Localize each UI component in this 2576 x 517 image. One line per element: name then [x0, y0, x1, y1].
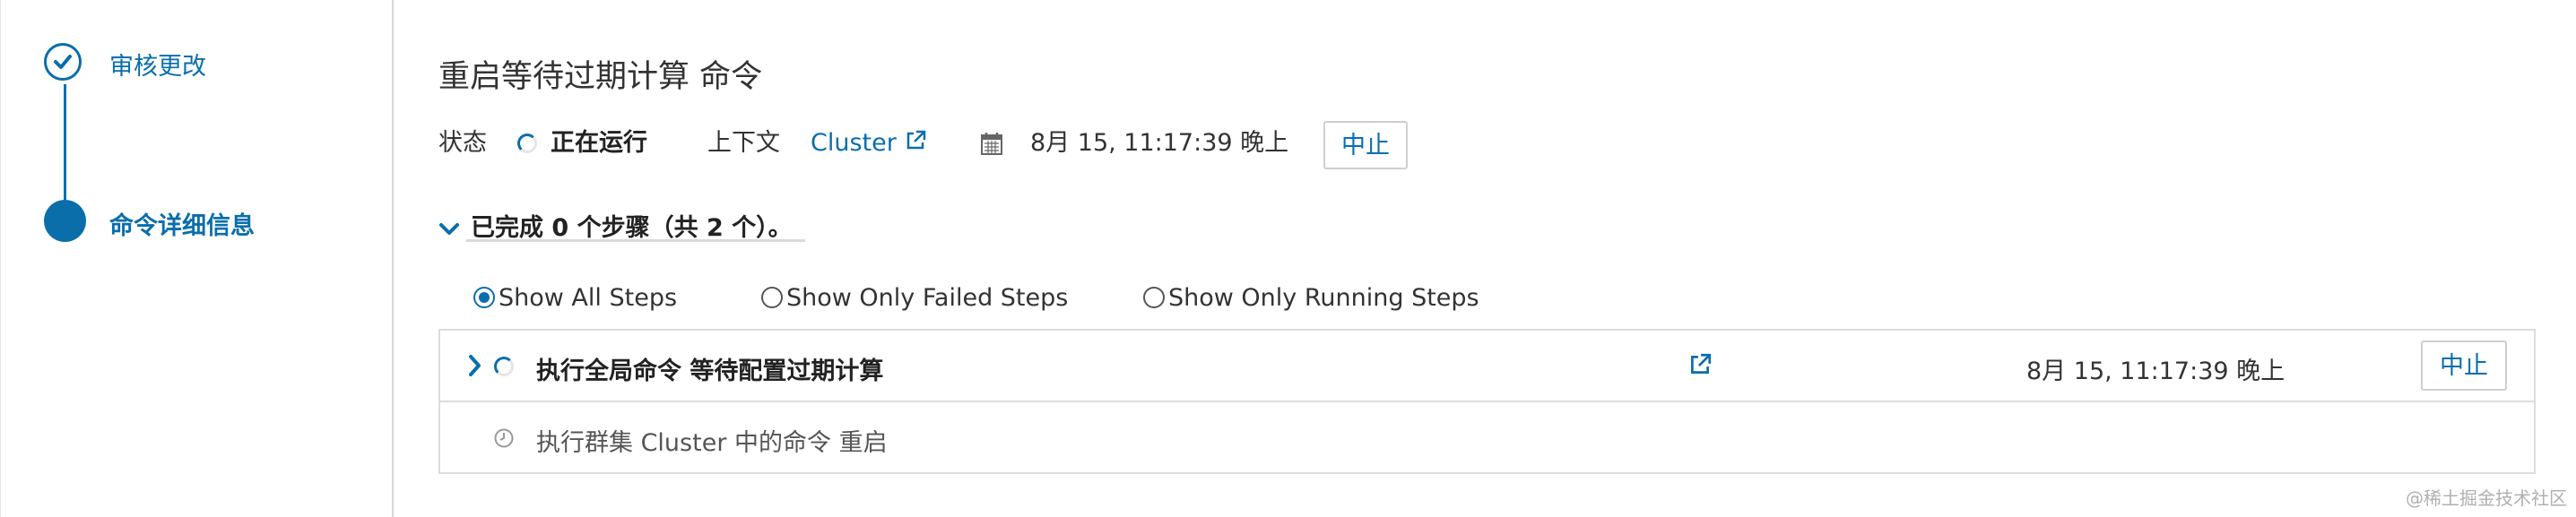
running-spinner-icon	[494, 357, 514, 376]
sidebar-step-command-details[interactable]: 命令详细信息	[109, 206, 255, 241]
chevron-right-icon[interactable]	[467, 354, 483, 381]
filter-running-steps-label: Show Only Running Steps	[1168, 284, 1479, 312]
filter-all-steps[interactable]: Show All Steps	[473, 284, 677, 312]
table-row[interactable]: 执行全局命令 等待配置过期计算 8月 15, 11:17:39 晚上 中止	[440, 331, 2534, 402]
status-value: 正在运行	[551, 129, 647, 157]
wizard-sidebar: 审核更改 命令详细信息	[0, 0, 394, 517]
completed-steps-toggle[interactable]: 已完成 0 个步骤（共 2 个）。	[438, 208, 793, 243]
filter-running-steps[interactable]: Show Only Running Steps	[1143, 284, 1479, 312]
step-done-check-icon	[44, 43, 82, 81]
step-connector-line	[64, 84, 66, 202]
table-row: 执行群集 Cluster 中的命令 重启	[440, 402, 2534, 474]
external-link-icon	[907, 130, 926, 150]
calendar-icon	[980, 131, 1003, 156]
filter-failed-steps[interactable]: Show Only Failed Steps	[761, 284, 1068, 312]
completed-steps-text: 已完成 0 个步骤（共 2 个）。	[471, 214, 793, 242]
running-spinner-icon	[517, 134, 537, 153]
context-cluster-link[interactable]: Cluster	[811, 125, 927, 161]
sidebar-step-review-changes[interactable]: 审核更改	[109, 47, 206, 82]
radio-checked-icon	[473, 287, 495, 308]
external-link-icon[interactable]	[1687, 352, 1713, 381]
radio-unchecked-icon	[1143, 287, 1165, 308]
context-label: 上下文	[707, 129, 780, 157]
clock-pending-icon	[493, 427, 515, 452]
filter-failed-steps-label: Show Only Failed Steps	[786, 284, 1069, 312]
page-title: 重启等待过期计算 命令	[438, 59, 763, 95]
abort-command-button[interactable]: 中止	[1323, 121, 1408, 169]
radio-unchecked-icon	[761, 287, 783, 308]
divider	[466, 239, 805, 242]
steps-table: 执行全局命令 等待配置过期计算 8月 15, 11:17:39 晚上 中止 执行…	[438, 329, 2536, 474]
status-label: 状态	[438, 129, 487, 157]
filter-all-steps-label: Show All Steps	[499, 284, 678, 312]
abort-step-button[interactable]: 中止	[2421, 340, 2507, 391]
step-active-dot-icon	[44, 200, 86, 242]
chevron-down-icon	[439, 223, 459, 235]
command-timestamp: 8月 15, 11:17:39 晚上	[1030, 129, 1289, 157]
step-name: 执行群集 Cluster 中的命令 重启	[536, 429, 888, 457]
step-timestamp: 8月 15, 11:17:39 晚上	[2026, 358, 2285, 385]
context-cluster-link-text: Cluster	[811, 129, 897, 157]
step-name: 执行全局命令 等待配置过期计算	[536, 358, 884, 385]
watermark: @稀土掘金技术社区	[2406, 487, 2567, 509]
